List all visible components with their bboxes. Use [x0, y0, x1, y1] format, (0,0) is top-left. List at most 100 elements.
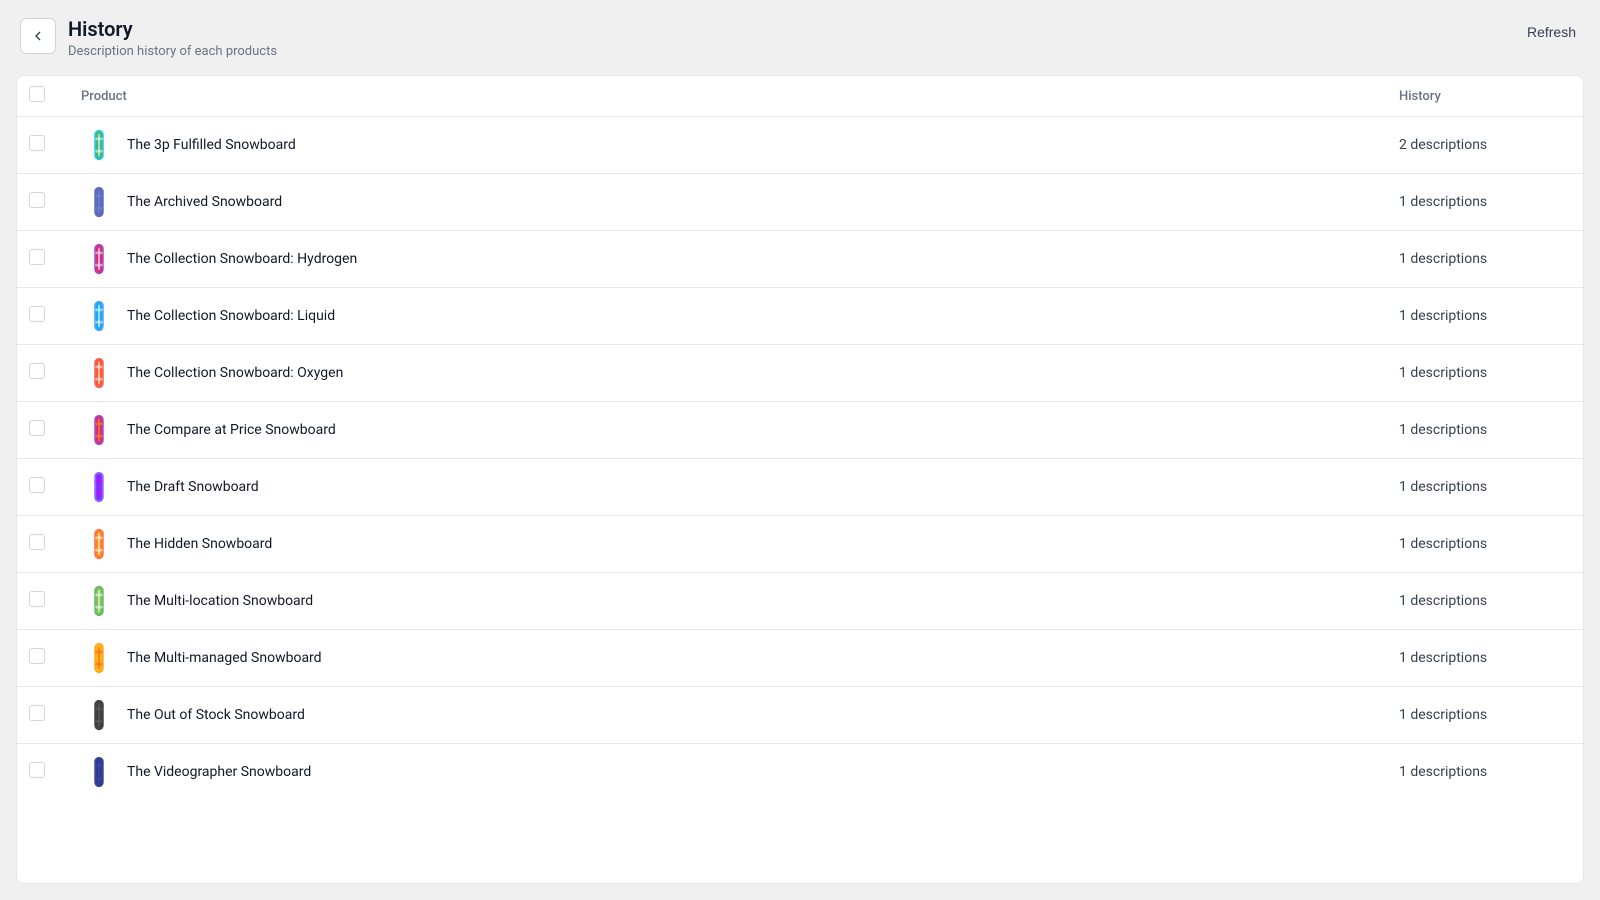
history-cell-7: 1 descriptions — [1383, 516, 1583, 573]
table-header-row: Product History — [17, 76, 1583, 117]
table-row: The Collection Snowboard: Liquid 1 descri… — [17, 288, 1583, 345]
page-title: History — [68, 16, 277, 42]
product-thumbnail — [81, 469, 117, 505]
refresh-button[interactable]: Refresh — [1523, 16, 1580, 48]
row-checkbox-cell-0 — [17, 117, 65, 174]
history-cell-1: 1 descriptions — [1383, 174, 1583, 231]
product-name: The Out of Stock Snowboard — [127, 707, 305, 723]
product-cell-7: The Hidden Snowboard — [65, 516, 1383, 573]
product-info: The Draft Snowboard — [81, 469, 1367, 505]
product-cell-5: The Compare at Price Snowboard — [65, 402, 1383, 459]
history-count: 1 descriptions — [1399, 536, 1487, 552]
row-checkbox-cell-9 — [17, 630, 65, 687]
history-count: 1 descriptions — [1399, 650, 1487, 666]
product-name: The Archived Snowboard — [127, 194, 282, 210]
row-checkbox-1[interactable] — [29, 192, 45, 208]
row-checkbox-cell-8 — [17, 573, 65, 630]
history-count: 2 descriptions — [1399, 137, 1487, 153]
product-thumbnail — [81, 298, 117, 334]
history-count: 1 descriptions — [1399, 593, 1487, 609]
product-thumbnail — [81, 355, 117, 391]
product-name: The Compare at Price Snowboard — [127, 422, 336, 438]
product-info: The Out of Stock Snowboard — [81, 697, 1367, 733]
products-table: Product History The 3p Fulfilled Snowboa… — [17, 76, 1583, 800]
row-checkbox-2[interactable] — [29, 249, 45, 265]
product-cell-10: The Out of Stock Snowboard — [65, 687, 1383, 744]
product-thumbnail — [81, 526, 117, 562]
row-checkbox-cell-1 — [17, 174, 65, 231]
table-row: The Videographer Snowboard1 descriptions — [17, 744, 1583, 801]
header-left: History Description history of each prod… — [20, 16, 277, 59]
product-thumbnail — [81, 184, 117, 220]
table-row: The Draft Snowboard 1 descriptions — [17, 459, 1583, 516]
product-info: The Collection Snowboard: Hydrogen — [81, 241, 1367, 277]
row-checkbox-cell-3 — [17, 288, 65, 345]
row-checkbox-cell-2 — [17, 231, 65, 288]
history-count: 1 descriptions — [1399, 308, 1487, 324]
product-cell-8: The Multi-location Snowboard — [65, 573, 1383, 630]
row-checkbox-cell-6 — [17, 459, 65, 516]
table-row: The Multi-managed Snowboard 1 description… — [17, 630, 1583, 687]
product-info: The Collection Snowboard: Oxygen — [81, 355, 1367, 391]
product-cell-9: The Multi-managed Snowboard — [65, 630, 1383, 687]
row-checkbox-6[interactable] — [29, 477, 45, 493]
product-thumbnail — [81, 697, 117, 733]
table-row: The Compare at Price Snowboard 1 descript… — [17, 402, 1583, 459]
table-row: The Collection Snowboard: Oxygen 1 descri… — [17, 345, 1583, 402]
product-name: The Videographer Snowboard — [127, 764, 311, 780]
product-name: The Draft Snowboard — [127, 479, 259, 495]
row-checkbox-7[interactable] — [29, 534, 45, 550]
row-checkbox-5[interactable] — [29, 420, 45, 436]
product-name: The Collection Snowboard: Liquid — [127, 308, 335, 324]
product-thumbnail — [81, 583, 117, 619]
history-count: 1 descriptions — [1399, 365, 1487, 381]
product-column-header: Product — [65, 76, 1383, 117]
row-checkbox-3[interactable] — [29, 306, 45, 322]
product-info: The Compare at Price Snowboard — [81, 412, 1367, 448]
product-thumbnail — [81, 241, 117, 277]
product-cell-0: The 3p Fulfilled Snowboard — [65, 117, 1383, 174]
product-info: The Videographer Snowboard — [81, 754, 1367, 790]
history-count: 1 descriptions — [1399, 194, 1487, 210]
product-cell-6: The Draft Snowboard — [65, 459, 1383, 516]
history-cell-10: 1 descriptions — [1383, 687, 1583, 744]
product-info: The Multi-location Snowboard — [81, 583, 1367, 619]
history-column-header: History — [1383, 76, 1583, 117]
product-name: The Collection Snowboard: Oxygen — [127, 365, 343, 381]
history-cell-9: 1 descriptions — [1383, 630, 1583, 687]
history-cell-6: 1 descriptions — [1383, 459, 1583, 516]
history-count: 1 descriptions — [1399, 251, 1487, 267]
row-checkbox-4[interactable] — [29, 363, 45, 379]
select-all-checkbox[interactable] — [29, 86, 45, 102]
history-cell-0: 2 descriptions — [1383, 117, 1583, 174]
history-count: 1 descriptions — [1399, 479, 1487, 495]
product-cell-1: The Archived Snowboard — [65, 174, 1383, 231]
product-info: The Archived Snowboard — [81, 184, 1367, 220]
back-button[interactable] — [20, 18, 56, 54]
history-cell-4: 1 descriptions — [1383, 345, 1583, 402]
row-checkbox-0[interactable] — [29, 135, 45, 151]
product-cell-4: The Collection Snowboard: Oxygen — [65, 345, 1383, 402]
table-row: The Out of Stock Snowboard 1 descriptions — [17, 687, 1583, 744]
product-info: The Hidden Snowboard — [81, 526, 1367, 562]
table-row: The Collection Snowboard: Hydrogen 1 desc… — [17, 231, 1583, 288]
product-thumbnail — [81, 640, 117, 676]
product-name: The 3p Fulfilled Snowboard — [127, 137, 296, 153]
table-row: The Hidden Snowboard 1 descriptions — [17, 516, 1583, 573]
row-checkbox-cell-4 — [17, 345, 65, 402]
row-checkbox-8[interactable] — [29, 591, 45, 607]
title-group: History Description history of each prod… — [68, 16, 277, 59]
product-thumbnail — [81, 754, 117, 790]
product-name: The Collection Snowboard: Hydrogen — [127, 251, 357, 267]
row-checkbox-9[interactable] — [29, 648, 45, 664]
page-subtitle: Description history of each products — [68, 44, 277, 59]
history-count: 1 descriptions — [1399, 422, 1487, 438]
product-info: The 3p Fulfilled Snowboard — [81, 127, 1367, 163]
product-name: The Multi-location Snowboard — [127, 593, 313, 609]
table-body: The 3p Fulfilled Snowboard 2 descriptions… — [17, 117, 1583, 801]
row-checkbox-11[interactable] — [29, 762, 45, 778]
product-cell-3: The Collection Snowboard: Liquid — [65, 288, 1383, 345]
row-checkbox-cell-7 — [17, 516, 65, 573]
row-checkbox-10[interactable] — [29, 705, 45, 721]
row-checkbox-cell-10 — [17, 687, 65, 744]
